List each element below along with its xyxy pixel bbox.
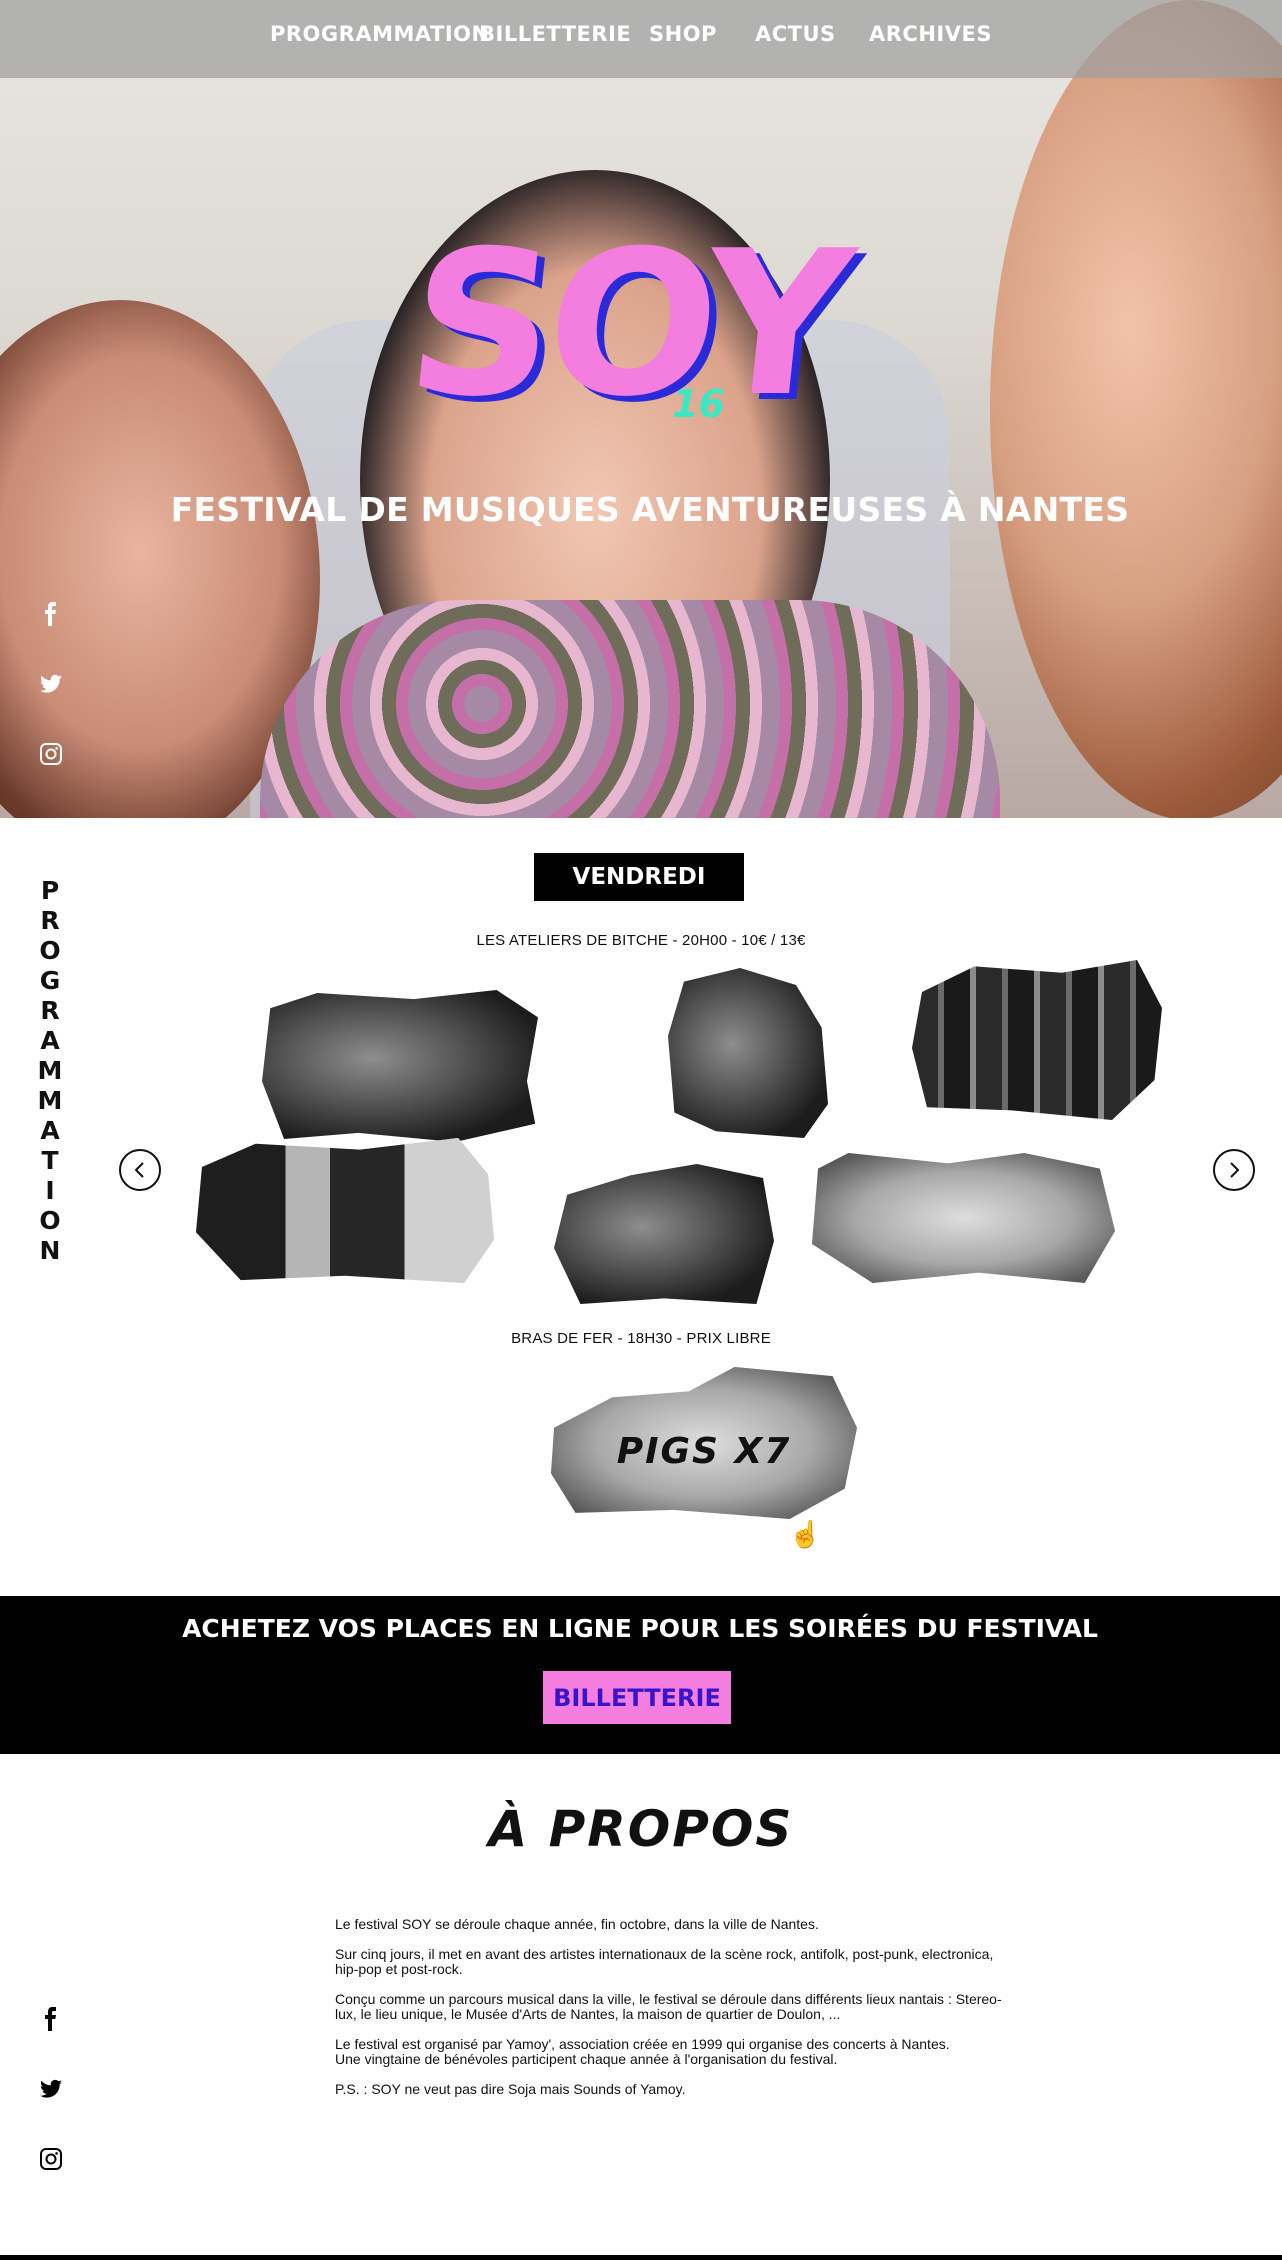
artist-tile-2[interactable] — [668, 968, 828, 1138]
vertical-title-letter: G — [39, 966, 61, 995]
venue-ateliers-de-bitche: LES ATELIERS DE BITCHE - 20H00 - 10€ / 1… — [476, 932, 806, 949]
nav-shop[interactable]: SHOP — [649, 22, 717, 46]
about-paragraph-4-line-2: Une vingtaine de bénévoles participent c… — [335, 2051, 838, 2067]
facebook-icon[interactable] — [38, 2006, 64, 2032]
about-paragraph-2-line-1: Sur cinq jours, il met en avant des arti… — [335, 1946, 994, 1962]
about-paragraph-4-line-1: Le festival est organisé par Yamoy', ass… — [335, 2036, 950, 2052]
footer-divider — [0, 2255, 1282, 2260]
nav-actus[interactable]: ACTUS — [755, 22, 836, 46]
vertical-title-letter: A — [40, 1026, 60, 1055]
hero-photo-right-person — [990, 0, 1282, 818]
twitter-icon[interactable] — [38, 671, 64, 697]
about-body: Le festival SOY se déroule chaque année,… — [335, 1917, 1055, 2112]
artist-tile-3[interactable] — [912, 960, 1162, 1120]
vertical-title-letter: M — [37, 1056, 63, 1085]
about-paragraph-1: Le festival SOY se déroule chaque année,… — [335, 1916, 819, 1932]
day-vendredi-button[interactable]: VENDREDI — [534, 853, 744, 901]
banner-text: ACHETEZ VOS PLACES EN LIGNE POUR LES SOI… — [182, 1614, 1098, 1643]
vertical-title-letter: I — [45, 1176, 55, 1205]
instagram-icon[interactable] — [38, 741, 64, 767]
about-paragraph-4: Le festival est organisé par Yamoy', ass… — [335, 2037, 1055, 2067]
hero-photo-floral-shirt — [260, 600, 1000, 818]
twitter-icon[interactable] — [38, 2076, 64, 2102]
about-paragraph-2: Sur cinq jours, il met en avant des arti… — [335, 1947, 1055, 1977]
about-paragraph-2-line-2: hip-pop et post-rock. — [335, 1961, 463, 1977]
artist-tile-5[interactable] — [554, 1164, 774, 1304]
pigs-x7-label: PIGS X7 — [616, 1431, 792, 1472]
vertical-title-letter: O — [39, 1206, 61, 1235]
carousel-next-button[interactable] — [1213, 1149, 1255, 1191]
instagram-icon[interactable] — [38, 2146, 64, 2172]
chevron-left-icon — [134, 1162, 144, 1178]
vertical-title-letter: N — [39, 1236, 61, 1265]
facebook-icon[interactable] — [38, 601, 64, 627]
about-paragraph-3-line-2: lux, le lieu unique, le Musée d'Arts de … — [335, 2006, 841, 2022]
nav-archives[interactable]: ARCHIVES — [869, 22, 992, 46]
artist-tile-1[interactable] — [262, 990, 538, 1142]
logo-number: 16 — [672, 382, 725, 426]
nav-billetterie[interactable]: BILLETTERIE — [479, 22, 631, 46]
artist-tile-pigs[interactable]: PIGS X7 — [551, 1367, 857, 1519]
soy-logo: SOY 16 — [390, 208, 860, 460]
about-paragraph-5: P.S. : SOY ne veut pas dire Soja mais So… — [335, 2081, 686, 2097]
carousel-prev-button[interactable] — [119, 1149, 161, 1191]
nav-programmation[interactable]: PROGRAMMATION — [270, 22, 490, 46]
top-navigation: PROGRAMMATION BILLETTERIE SHOP ACTUS ARC… — [0, 0, 1282, 78]
billetterie-button[interactable]: BILLETTERIE — [543, 1671, 731, 1724]
about-paragraph-3-line-1: Conçu comme un parcours musical dans la … — [335, 1991, 1002, 2007]
vertical-title-letter: A — [40, 1116, 60, 1145]
about-title: À PROPOS — [488, 1800, 794, 1858]
about-paragraph-3: Conçu comme un parcours musical dans la … — [335, 1992, 1055, 2022]
logo-text: SOY — [397, 208, 857, 441]
vertical-title-letter: T — [41, 1146, 59, 1175]
hand-pointer-icon: ☝ — [789, 1519, 822, 1549]
vertical-title-letter: R — [40, 996, 60, 1025]
chevron-right-icon — [1230, 1162, 1240, 1178]
artist-tile-6[interactable] — [812, 1153, 1115, 1283]
vertical-title-letter: P — [40, 876, 60, 905]
ticket-banner: ACHETEZ VOS PLACES EN LIGNE POUR LES SOI… — [0, 1596, 1280, 1754]
venue-bras-de-fer: BRAS DE FER - 18H30 - PRIX LIBRE — [511, 1330, 771, 1347]
artist-tile-4[interactable] — [196, 1138, 494, 1283]
vertical-title-letter: M — [37, 1086, 63, 1115]
hero-tagline: FESTIVAL DE MUSIQUES AVENTUREUSES À NANT… — [170, 490, 1130, 529]
hero-section: PROGRAMMATION BILLETTERIE SHOP ACTUS ARC… — [0, 0, 1282, 818]
